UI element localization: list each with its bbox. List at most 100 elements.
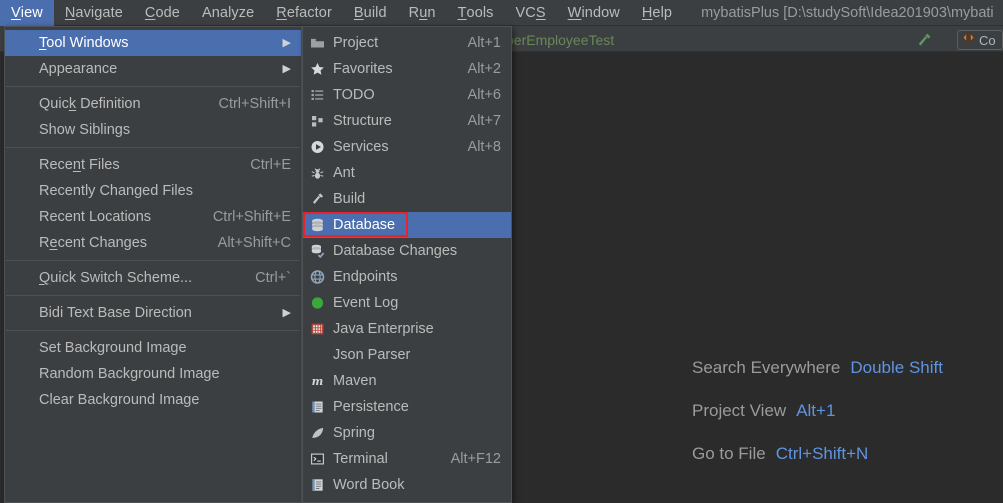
menu-item-label: Persistence [333,399,409,415]
menu-separator [6,147,300,148]
menu-item-accelerator: Alt+F12 [450,451,501,467]
view-menu-dropdown: Tool Windows ▶ Appearance ▶ Quick Defini… [4,26,302,503]
structure-icon [309,113,326,130]
menu-item-accelerator: Alt+6 [467,87,501,103]
menu-item-set-background-image[interactable]: Set Background Image [5,335,301,361]
menu-item-quick-definition[interactable]: Quick Definition Ctrl+Shift+I [5,91,301,117]
menu-item-label: Word Book [333,477,405,493]
maven-m-icon: m [309,373,326,390]
menu-item-bidi-text-base-direction[interactable]: Bidi Text Base Direction ▶ [5,300,301,326]
tool-window-item-database-changes[interactable]: Database Changes [303,238,511,264]
menu-item-clear-background-image[interactable]: Clear Background Image [5,387,301,413]
menu-item-recent-files[interactable]: Recent Files Ctrl+E [5,152,301,178]
tip-key: Alt+1 [796,401,836,420]
menu-item-label: Spring [333,425,375,441]
tip-row: Project View Alt+1 [692,401,1003,421]
menubar-item-help[interactable]: Help [631,0,683,26]
menubar-item-tools[interactable]: Tools [447,0,505,26]
tip-name: Project View [692,401,787,420]
menubar-item-view-mnemonic: V [11,4,21,21]
menu-item-quick-switch-scheme[interactable]: Quick Switch Scheme... Ctrl+` [5,265,301,291]
terminal-icon [309,451,326,468]
chevron-right-icon: ▶ [282,62,291,75]
menubar-item-view[interactable]: View [0,0,54,26]
menu-item-accelerator: Ctrl+E [250,157,291,173]
menu-item-appearance[interactable]: Appearance ▶ [5,56,301,82]
menu-item-label: Build [333,191,366,207]
tool-window-item-endpoints[interactable]: Endpoints [303,264,511,290]
menu-item-accelerator: Alt+7 [467,113,501,129]
menubar-item-window[interactable]: Window [557,0,631,26]
tip-row: Go to File Ctrl+Shift+N [692,444,1003,464]
menu-item-label: Java Enterprise [333,321,434,337]
tool-window-item-spring[interactable]: Spring [303,420,511,446]
tool-window-item-services[interactable]: Services Alt+8 [303,134,511,160]
tool-window-item-structure[interactable]: Structure Alt+7 [303,108,511,134]
menubar-item-build[interactable]: Build [343,0,398,26]
menu-item-recent-changes[interactable]: Recent Changes Alt+Shift+C [5,230,301,256]
menubar-item-refactor[interactable]: Refactor [265,0,343,26]
services-play-icon [309,139,326,156]
tool-window-item-todo[interactable]: TODO Alt+6 [303,82,511,108]
window-title: mybatisPlus [D:\studySoft\Idea201903\myb… [701,4,994,21]
tool-window-item-build[interactable]: Build [303,186,511,212]
tip-name: Go to File [692,444,766,463]
tool-window-item-favorites[interactable]: Favorites Alt+2 [303,56,511,82]
menu-item-recent-locations[interactable]: Recent Locations Ctrl+Shift+E [5,204,301,230]
folder-icon [309,35,326,52]
menu-item-accelerator: Ctrl+Shift+I [218,96,291,112]
tool-window-item-maven[interactable]: m Maven [303,368,511,394]
menu-item-recently-changed-files[interactable]: Recently Changed Files [5,178,301,204]
menu-item-label: TODO [333,87,375,103]
tool-window-item-event-log[interactable]: Event Log [303,290,511,316]
menubar-item-code[interactable]: Code [134,0,191,26]
menu-item-random-background-image[interactable]: Random Background Image [5,361,301,387]
tool-window-item-project[interactable]: Project Alt+1 [303,30,511,56]
menu-item-accelerator: Alt+8 [467,139,501,155]
menu-separator [6,86,300,87]
svg-text:m: m [312,375,324,388]
menu-item-accelerator: Alt+1 [467,35,501,51]
menu-item-label: Clear Background Image [39,392,200,408]
hammer-icon[interactable] [915,31,933,49]
menu-item-label: Terminal [333,451,388,467]
tool-window-item-terminal[interactable]: Terminal Alt+F12 [303,446,511,472]
tool-window-item-java-enterprise[interactable]: Java Enterprise [303,316,511,342]
menu-item-show-siblings[interactable]: Show Siblings [5,117,301,143]
menu-item-label: Random Background Image [39,366,220,382]
menu-item-accelerator: Alt+Shift+C [217,235,291,251]
menu-item-tool-windows[interactable]: Tool Windows ▶ [5,30,301,56]
green-circle-icon [309,295,326,312]
menu-item-label: Event Log [333,295,399,311]
run-configuration-selector[interactable]: Co [957,30,1003,50]
menu-item-label: Show Siblings [39,122,131,138]
menu-separator [6,260,300,261]
database-changes-icon [309,243,326,260]
menu-item-label: Services [333,139,389,155]
menu-item-label: Structure [333,113,392,129]
run-config-label: Co [979,32,996,48]
menu-item-label: Project [333,35,379,51]
menubar-item-run[interactable]: Run [398,0,447,26]
tip-row: Search Everywhere Double Shift [692,358,1003,378]
menubar-item-vcs[interactable]: VC S [505,0,557,26]
tool-window-item-database[interactable]: Database [303,212,511,238]
tool-windows-submenu: Project Alt+1 Favorites Alt+2 TODO Alt+6 [302,26,512,503]
tool-window-item-word-book[interactable]: Word Book [303,472,511,498]
menubar-item-navigate[interactable]: Navigate [54,0,134,26]
hammer-icon [309,191,326,208]
tool-window-item-ant[interactable]: Ant [303,160,511,186]
menu-item-label: Json Parser [333,347,411,363]
tip-key: Double Shift [850,358,943,377]
menu-item-label: Set Background Image [39,340,187,356]
ant-bug-icon [309,165,326,182]
menu-item-label: Appearance [39,61,118,77]
todo-list-icon [309,87,326,104]
editor-tab-label[interactable]: perEmployeeTest [506,32,614,48]
tool-window-item-json-parser[interactable]: Json Parser [303,342,511,368]
menu-item-label: Recent Locations [39,209,152,225]
tool-window-item-persistence[interactable]: Persistence [303,394,511,420]
menu-item-accelerator: Ctrl+Shift+E [212,209,291,225]
menubar-item-analyze[interactable]: Analyze [191,0,265,26]
database-icon [309,217,326,234]
